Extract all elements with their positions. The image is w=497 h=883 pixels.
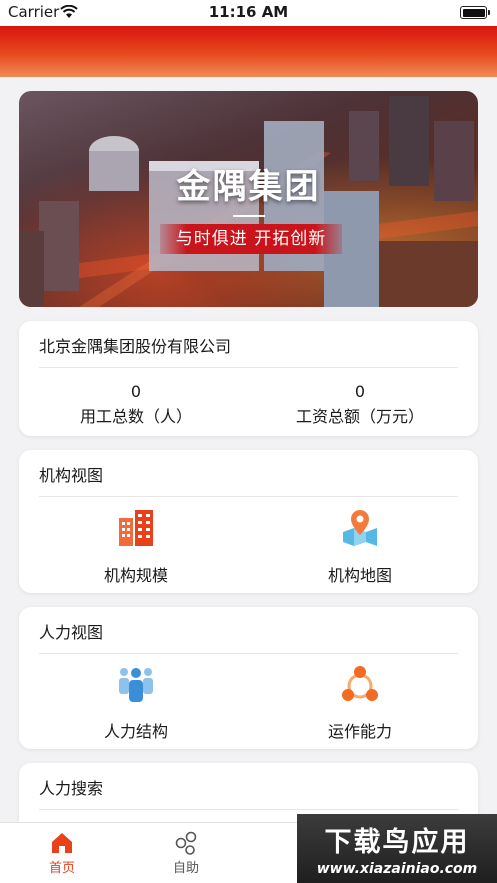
people-group-icon [116,664,156,704]
card-divider [39,653,458,654]
card-divider [39,367,458,368]
home-icon [50,831,74,855]
stat-headcount[interactable]: 0 用工总数（人） [36,382,236,427]
section-title: 人力视图 [39,623,104,642]
tile-operating-capacity[interactable]: 运作能力 [260,664,460,742]
self-service-icon [174,831,198,855]
watermark-url: www.xiazainiao.com [316,861,478,877]
company-card: 北京金隅集团股份有限公司 0 用工总数（人） 0 工资总额（万元） [19,321,478,436]
tile-label: 人力结构 [103,722,168,741]
stat-label: 工资总额（万元） [295,407,424,426]
tile-org-scale[interactable]: 机构规模 [36,508,236,586]
battery-icon [460,6,490,19]
stat-payroll[interactable]: 0 工资总额（万元） [260,382,460,427]
banner-title: 金隅集团 [176,167,321,207]
watermark-logo: 下载鸟应用 www.xiazainiao.com [297,814,497,883]
watermark-main: 下载鸟应用 [324,827,470,858]
banner-slogan: 与时俱进 开拓创新 [160,224,342,254]
hr-view-card: 人力视图 人力结构 运作能力 [19,607,478,749]
tab-label: 自助 [172,861,199,876]
org-view-card: 机构视图 机构规模 机构地图 [19,450,478,593]
map-pin-icon [340,508,380,548]
stat-value: 0 [354,382,366,401]
banner-divider [233,215,265,217]
network-nodes-icon [340,664,380,704]
tab-self-service[interactable]: 自助 [156,831,216,876]
stat-value: 0 [130,382,142,401]
stat-label: 用工总数（人） [79,407,192,426]
card-divider [39,809,458,810]
nav-bar [0,26,497,77]
tile-label: 机构地图 [327,566,392,585]
status-bar: Carrier 11:16 AM [0,0,497,26]
section-title: 机构视图 [39,466,104,485]
section-title: 人力搜索 [39,779,104,798]
tile-org-map[interactable]: 机构地图 [260,508,460,586]
company-name: 北京金隅集团股份有限公司 [39,337,232,356]
buildings-icon [116,508,156,548]
tab-label: 首页 [48,861,75,876]
banner[interactable]: 金隅集团 与时俱进 开拓创新 [19,91,478,307]
clock: 11:16 AM [208,3,289,21]
tile-hr-structure[interactable]: 人力结构 [36,664,236,742]
tile-label: 运作能力 [327,722,392,741]
tile-label: 机构规模 [103,566,168,585]
tab-home[interactable]: 首页 [32,831,92,876]
card-divider [39,496,458,497]
